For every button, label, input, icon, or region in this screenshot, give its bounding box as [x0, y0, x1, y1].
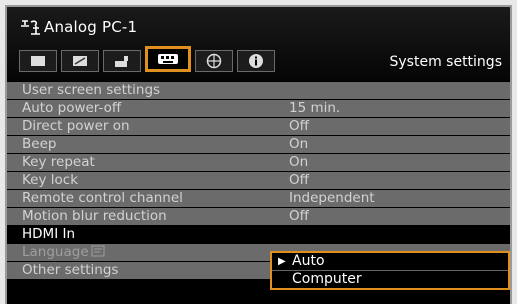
menu-item-auto-power-off[interactable]: Auto power-off 15 min. [7, 100, 510, 118]
menu-item-label: Direct power on [22, 118, 130, 134]
menu-item-remote-control-channel[interactable]: Remote control channel Independent [7, 190, 510, 208]
menu-item-label: Motion blur reduction [22, 208, 167, 224]
tab-image-quality[interactable] [19, 50, 57, 72]
menu-item-value: 15 min. [289, 100, 341, 116]
menu-item-value: On [289, 136, 309, 152]
tab-information[interactable] [237, 50, 275, 72]
menu-item-hdmi-in[interactable]: HDMI In [7, 226, 510, 244]
dropdown-option-auto[interactable]: ▶ Auto [272, 253, 508, 271]
input-source-label: Analog PC-1 [44, 18, 138, 36]
menu-item-key-lock[interactable]: Key lock Off [7, 172, 510, 190]
menu-item-beep[interactable]: Beep On [7, 136, 510, 154]
tab-network[interactable] [195, 50, 233, 72]
installation-icon [115, 56, 128, 67]
menu-item-label: Beep [22, 136, 57, 152]
menu-item-motion-blur-reduction[interactable]: Motion blur reduction Off [7, 208, 510, 226]
tab-system-settings[interactable] [145, 46, 191, 72]
menu-item-value: Off [289, 208, 309, 224]
menu-item-user-screen-settings[interactable]: User screen settings [7, 82, 510, 100]
tab-installation[interactable] [103, 50, 141, 72]
network-icon [206, 53, 222, 69]
menu-item-label: Key lock [22, 172, 79, 188]
analog-pc-icon [21, 20, 40, 35]
selected-arrow-icon: ▶ [278, 256, 286, 267]
menu-item-direct-power-on[interactable]: Direct power on Off [7, 118, 510, 136]
menu-item-value: Off [289, 118, 309, 134]
dropdown-option-computer[interactable]: Computer [272, 271, 508, 288]
image-adjust-icon [73, 56, 87, 66]
menu-item-label-text: Language [22, 244, 89, 260]
dropdown-option-label: Auto [292, 253, 325, 269]
menu-item-label: Auto power-off [22, 100, 122, 116]
menu-item-label: Language [22, 244, 105, 261]
system-settings-icon [158, 54, 178, 64]
menu-item-label: HDMI In [22, 226, 76, 242]
language-icon [91, 245, 105, 257]
menu-item-label: Other settings [22, 262, 119, 278]
dropdown-option-label: Computer [292, 271, 362, 287]
menu-tabs [19, 46, 275, 72]
osd-menu: Analog PC-1 System settings User screen … [5, 5, 512, 304]
hdmi-in-dropdown[interactable]: ▶ Auto Computer [270, 251, 510, 290]
osd-header: Analog PC-1 System settings [7, 7, 510, 81]
input-source: Analog PC-1 [19, 18, 137, 36]
menu-item-label: Key repeat [22, 154, 95, 170]
menu-item-label: Remote control channel [22, 190, 183, 206]
menu-item-value: Independent [289, 190, 375, 206]
image-quality-icon [31, 56, 45, 66]
info-icon [249, 54, 263, 68]
menu-item-value: Off [289, 172, 309, 188]
section-title: System settings [389, 54, 503, 70]
menu-item-label: User screen settings [22, 82, 161, 98]
menu-item-value: On [289, 154, 309, 170]
menu-item-key-repeat[interactable]: Key repeat On [7, 154, 510, 172]
tab-image-adjust[interactable] [61, 50, 99, 72]
